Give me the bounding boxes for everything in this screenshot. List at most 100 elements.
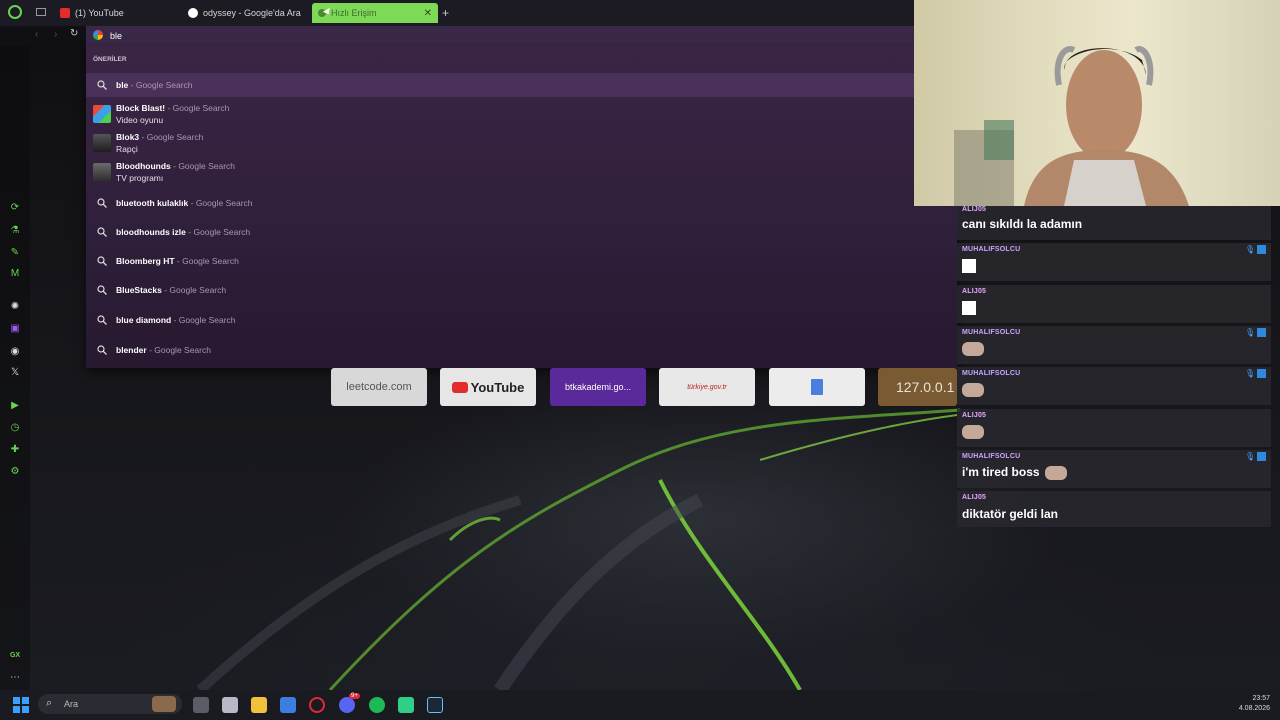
- history-icon[interactable]: ◷: [9, 422, 21, 434]
- speed-dial-leetcode[interactable]: leetcode.com: [331, 368, 427, 406]
- docs-icon: [811, 379, 823, 395]
- suggestion-item[interactable]: Bloodhounds - Google Search TV programı: [86, 158, 957, 186]
- search-icon: [97, 80, 107, 90]
- search-icon: [97, 315, 107, 325]
- search-icon: ⌕: [46, 697, 53, 709]
- discord-badge: 9+: [349, 693, 360, 699]
- refresh-icon[interactable]: ⟳: [9, 202, 21, 214]
- suggestion-item[interactable]: bloodhounds izle - Google Search: [86, 220, 957, 244]
- search-highlight-icon: [152, 696, 176, 712]
- chat-text: i'm tired boss: [962, 465, 1040, 479]
- google-favicon-icon: [188, 8, 198, 18]
- player-icon[interactable]: ▶: [9, 400, 21, 412]
- flask-icon[interactable]: ⚗: [9, 225, 21, 237]
- speed-dial-youtube[interactable]: YouTube: [440, 368, 536, 406]
- chat-username: ALIJ05: [962, 288, 987, 295]
- suggestion-item[interactable]: bluetooth kulaklık - Google Search: [86, 191, 957, 215]
- suggestion-text: blue diamond: [116, 315, 172, 325]
- task-view-icon[interactable]: [193, 697, 209, 713]
- suggestion-text: ble: [116, 80, 129, 90]
- chat-message: ALIJ05 diktatör geldi lan: [957, 491, 1271, 527]
- app-icon[interactable]: [222, 697, 238, 713]
- speed-dial-label: 127.0.0.1: [896, 379, 955, 395]
- suggestion-source: - Google Search: [174, 256, 239, 266]
- google-engine-icon: [93, 30, 103, 40]
- back-icon[interactable]: ‹: [35, 29, 38, 40]
- steam-icon[interactable]: [427, 697, 443, 713]
- taskbar-search[interactable]: ⌕ Ara: [38, 694, 182, 714]
- store-icon[interactable]: [280, 697, 296, 713]
- windows-taskbar: [0, 690, 1280, 720]
- suggestion-item[interactable]: Blok3 - Google Search Rapçi: [86, 129, 957, 157]
- search-icon: [97, 285, 107, 295]
- speed-dial-btkakademi[interactable]: btkakademi.go...: [550, 368, 646, 406]
- suggestion-subtitle: Video oyunu: [116, 115, 164, 125]
- webcam-person-image: [954, 46, 1189, 206]
- new-tab-icon[interactable]: +: [442, 6, 449, 20]
- speed-dial-label: leetcode.com: [346, 381, 412, 393]
- chat-username: MUHALIFSOLCU: [962, 370, 1021, 377]
- forward-icon[interactable]: ›: [54, 29, 57, 40]
- clock[interactable]: 23:57 4.08.2026: [1222, 694, 1270, 714]
- close-tab-icon[interactable]: ✕: [424, 8, 432, 19]
- suggestion-text: bluetooth kulaklık: [116, 198, 189, 208]
- reload-icon[interactable]: ↻: [70, 28, 78, 39]
- opera-gx-icon[interactable]: [309, 697, 325, 713]
- suggestion-item[interactable]: blender - Google Search: [86, 338, 957, 362]
- taskbar-search-placeholder: Ara: [64, 699, 79, 709]
- discord-icon[interactable]: ◉: [9, 346, 21, 358]
- chat-message: ALIJ05: [957, 409, 1271, 447]
- chat-username: ALIJ05: [962, 206, 987, 213]
- webcam-overlay: [914, 0, 1280, 206]
- address-input[interactable]: [110, 29, 410, 43]
- suggestion-text: Block Blast!: [116, 103, 166, 113]
- tab-label: odyssey - Google'da Ara: [203, 8, 301, 18]
- file-explorer-icon[interactable]: [251, 697, 267, 713]
- suggestion-item[interactable]: blue diamond - Google Search: [86, 308, 957, 332]
- chat-username: MUHALIFSOLCU: [962, 246, 1021, 253]
- suggestion-text: bloodhounds izle: [116, 227, 186, 237]
- mic-badge-icon: 🎙: [1245, 328, 1256, 337]
- gx-label[interactable]: GX: [9, 650, 21, 662]
- chat-message: ALIJ05: [957, 285, 1271, 323]
- app-green-icon[interactable]: [398, 697, 414, 713]
- speed-dial-label: türkiye.gov.tr: [687, 383, 727, 391]
- suggestion-text: Bloodhounds: [116, 161, 171, 171]
- tab-google-search[interactable]: odyssey - Google'da Ara: [182, 3, 312, 23]
- settings-icon[interactable]: ⚙: [9, 466, 21, 478]
- twitch-icon[interactable]: ▣: [9, 323, 21, 335]
- start-icon[interactable]: [13, 697, 29, 713]
- youtube-logo-icon: [451, 381, 468, 393]
- discord-icon[interactable]: [339, 697, 355, 713]
- suggestion-source: - Google Search: [188, 198, 253, 208]
- m-icon[interactable]: M: [9, 268, 21, 280]
- chat-message: MUHALIFSOLCU 🎙 i'm tired boss: [957, 450, 1271, 488]
- speed-dial-localhost[interactable]: 127.0.0.1: [878, 368, 957, 406]
- tab-youtube[interactable]: (1) YouTube: [54, 3, 174, 23]
- spotify-icon[interactable]: [369, 697, 385, 713]
- emote-icon: [962, 259, 976, 273]
- speed-dial-label: YouTube: [470, 379, 525, 395]
- opera-logo-icon[interactable]: [8, 5, 22, 19]
- workspace-icon[interactable]: [36, 8, 46, 16]
- suggestion-item[interactable]: Bloomberg HT - Google Search: [86, 249, 957, 273]
- suggestion-item[interactable]: ble - Google Search: [86, 73, 957, 97]
- emote-icon: [962, 383, 984, 397]
- speed-dial-turkiye-gov[interactable]: türkiye.gov.tr: [659, 368, 755, 406]
- suggestion-item[interactable]: BlueStacks - Google Search: [86, 278, 957, 302]
- chat-text: canı sıkıldı la adamın: [962, 217, 1083, 231]
- suggestion-source: - Google Search: [171, 315, 236, 325]
- tab-quick-access[interactable]: Hızlı Erişim ✕: [312, 3, 438, 23]
- speed-dial-docs[interactable]: [769, 368, 865, 406]
- suggestion-item[interactable]: Block Blast! - Google Search Video oyunu: [86, 100, 957, 128]
- chat-message: MUHALIFSOLCU 🎙: [957, 367, 1271, 405]
- extensions-icon[interactable]: ✚: [9, 444, 21, 456]
- chatgpt-icon[interactable]: ✺: [9, 301, 21, 313]
- pencil-icon[interactable]: ✎: [9, 247, 21, 259]
- youtube-favicon-icon: [60, 8, 70, 18]
- more-icon[interactable]: ⋯: [9, 672, 21, 684]
- x-icon[interactable]: 𝕏: [9, 367, 21, 379]
- suggestions-header: ÖNERİLER: [93, 56, 127, 63]
- suggestion-subtitle: Rapçi: [116, 144, 138, 154]
- suggestion-source: - Google Search: [170, 161, 236, 171]
